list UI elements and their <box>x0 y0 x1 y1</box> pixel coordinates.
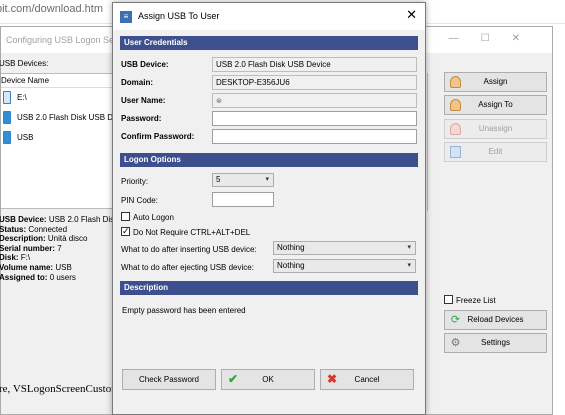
domain-field: DESKTOP-E356JU6 <box>212 75 417 90</box>
usb-device-label: USB Device: <box>121 60 169 69</box>
user-picker-icon[interactable]: ⊛ <box>216 98 222 105</box>
device-list-header[interactable]: Device Name <box>1 74 112 88</box>
reload-devices-button[interactable]: ⟳ Reload Devices <box>444 310 547 330</box>
auto-logon-checkbox[interactable]: Auto Logon <box>121 212 174 223</box>
device-name: E:\ <box>17 93 27 102</box>
device-name: USB 2.0 Flash Disk USB Device <box>17 113 112 122</box>
section-description: Description <box>120 281 418 295</box>
window-controls[interactable]: —☐✕ <box>449 33 542 44</box>
password-label: Password: <box>121 114 162 123</box>
checkbox-box[interactable] <box>444 295 453 304</box>
edit-icon <box>450 146 461 158</box>
list-item[interactable]: USB <box>1 128 112 148</box>
chevron-down-icon: ▾ <box>265 176 269 183</box>
user-name-label: User Name: <box>121 96 166 105</box>
pin-code-label: PIN Code: <box>121 196 158 205</box>
usb-drive-icon <box>3 111 11 124</box>
after-insert-label: What to do after inserting USB device: <box>121 245 257 254</box>
gear-icon: ⚙ <box>450 337 461 349</box>
section-user-credentials: User Credentials <box>120 36 418 50</box>
usb-device-field: USB 2.0 Flash Disk USB Device <box>212 57 417 72</box>
browser-url[interactable]: bit.com/download.htm <box>0 3 103 15</box>
domain-label: Domain: <box>121 78 153 87</box>
dialog-title: Assign USB To User <box>138 11 220 21</box>
checkbox-box[interactable] <box>121 212 130 221</box>
ok-button[interactable]: ✔ OK <box>221 369 315 390</box>
freeze-list-checkbox[interactable]: Freeze List <box>444 295 496 305</box>
user-name-field[interactable]: ⊛ <box>212 93 417 108</box>
chevron-down-icon: ▾ <box>407 244 411 251</box>
settings-button[interactable]: ⚙ Settings <box>444 333 547 353</box>
usb-drive-icon <box>3 131 11 144</box>
confirm-password-field[interactable] <box>212 129 417 144</box>
assign-usb-dialog: ≡ Assign USB To User ✕ User Credentials … <box>112 2 426 415</box>
priority-select[interactable]: 5 ▾ <box>212 173 274 187</box>
list-item[interactable]: E:\ <box>1 88 112 108</box>
section-logon-options: Logon Options <box>120 153 418 167</box>
panel-divider <box>427 73 428 211</box>
list-item[interactable]: USB 2.0 Flash Disk USB Device <box>1 108 112 128</box>
pin-code-field[interactable] <box>212 192 274 207</box>
checkmark-icon: ✔ <box>228 372 239 386</box>
after-eject-label: What to do after ejecting USB device: <box>121 263 254 272</box>
user-remove-icon <box>450 123 461 135</box>
assign-button[interactable]: Assign <box>444 72 547 92</box>
usb-devices-label: USB Devices: <box>0 59 49 68</box>
dialog-titlebar: ≡ Assign USB To User ✕ <box>113 3 425 30</box>
after-eject-select[interactable]: Nothing ▾ <box>273 259 416 273</box>
priority-label: Priority: <box>121 177 149 186</box>
checkbox-box-checked[interactable] <box>121 226 130 236</box>
edit-button[interactable]: Edit <box>444 142 547 162</box>
chevron-down-icon: ▾ <box>407 262 411 269</box>
no-ctrl-alt-del-checkbox[interactable]: Do Not Require CTRL+ALT+DEL <box>121 226 250 238</box>
x-icon: ✖ <box>327 372 338 386</box>
after-insert-select[interactable]: Nothing ▾ <box>273 241 416 255</box>
unassign-button[interactable]: Unassign <box>444 119 547 139</box>
confirm-password-label: Confirm Password: <box>121 132 195 141</box>
reload-icon: ⟳ <box>450 314 461 326</box>
device-list[interactable]: Device Name E:\ USB 2.0 Flash Disk USB D… <box>1 73 113 209</box>
description-text: Empty password has been entered <box>122 306 246 315</box>
drive-icon <box>3 91 11 104</box>
password-field[interactable] <box>212 111 417 126</box>
user-icon <box>450 99 461 111</box>
close-icon[interactable]: ✕ <box>406 8 417 22</box>
cancel-button[interactable]: ✖ Cancel <box>320 369 414 390</box>
assign-to-button[interactable]: Assign To <box>444 95 547 115</box>
check-password-button[interactable]: Check Password <box>122 369 216 390</box>
app-logo-icon: ≡ <box>120 11 132 23</box>
device-name: USB <box>17 133 34 142</box>
user-icon <box>450 76 461 88</box>
